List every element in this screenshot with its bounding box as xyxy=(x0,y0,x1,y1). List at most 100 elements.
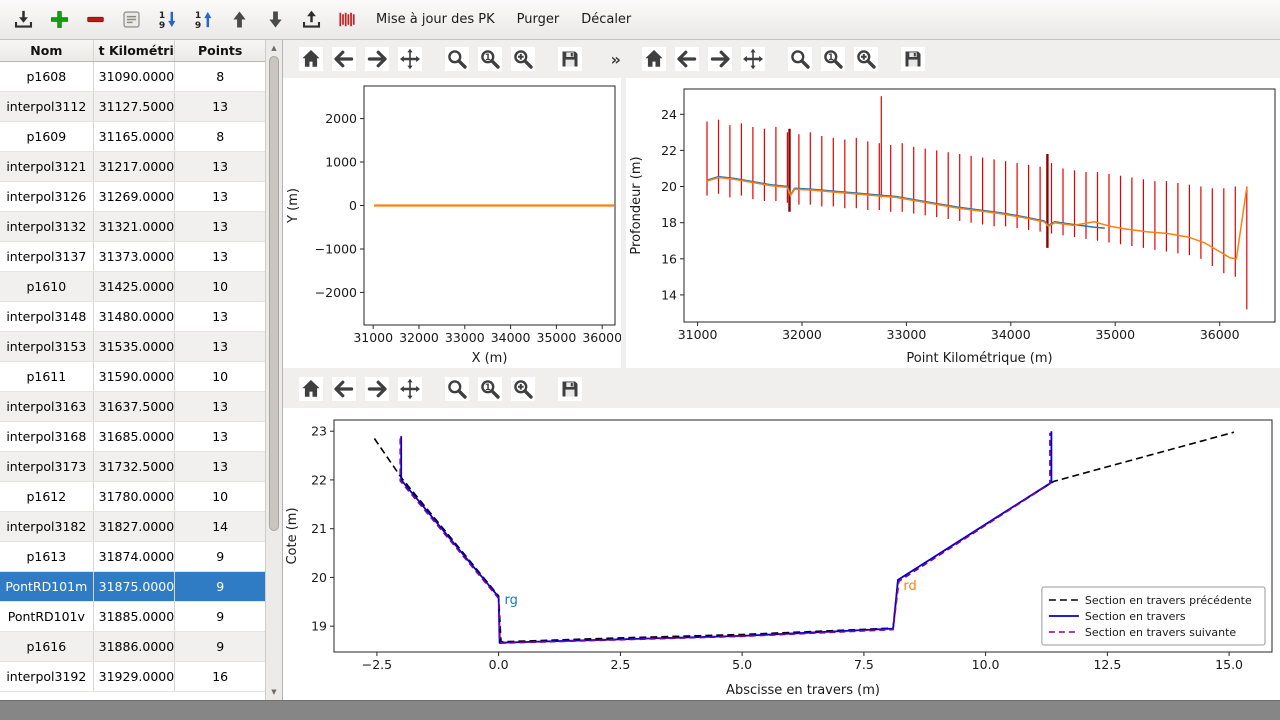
scroll-down-icon[interactable]: ▼ xyxy=(266,685,282,699)
home-icon xyxy=(299,47,323,71)
table-row[interactable]: p161031425.000010 xyxy=(0,272,265,302)
zoom-one-button[interactable]: 1 xyxy=(476,375,504,403)
plan-view-toolbar: 1» xyxy=(283,40,621,78)
sort-ascending-button[interactable]: 19 xyxy=(186,4,220,36)
table-row[interactable]: interpol316331637.500013 xyxy=(0,392,265,422)
svg-text:1: 1 xyxy=(485,53,491,63)
table-row[interactable]: p161131590.000010 xyxy=(0,362,265,392)
svg-text:1: 1 xyxy=(485,383,491,393)
svg-text:12.5: 12.5 xyxy=(1093,657,1121,672)
points-cell: 9 xyxy=(175,572,265,601)
pk-cell: 31732.5000 xyxy=(94,452,176,481)
pan-icon xyxy=(398,377,422,401)
home-button[interactable] xyxy=(297,375,325,403)
svg-text:24: 24 xyxy=(661,107,677,122)
table-row[interactable]: interpol311231127.500013 xyxy=(0,92,265,122)
back-button[interactable] xyxy=(673,45,701,73)
sort-descending-icon: 19 xyxy=(156,8,179,31)
column-header[interactable]: t Kilométrique xyxy=(94,40,176,61)
figure-background xyxy=(283,408,1280,700)
table-row[interactable]: p161631886.00009 xyxy=(0,632,265,662)
purge-button[interactable]: Purger xyxy=(507,4,570,36)
save-button[interactable] xyxy=(899,45,927,73)
nom-cell: p1616 xyxy=(0,632,94,661)
home-button[interactable] xyxy=(297,45,325,73)
pk-cell: 31269.0000 xyxy=(94,182,176,211)
nom-cell: interpol3121 xyxy=(0,152,94,181)
home-button[interactable] xyxy=(640,45,668,73)
back-button[interactable] xyxy=(330,375,358,403)
save-button[interactable] xyxy=(556,375,584,403)
table-body: p160831090.00008interpol311231127.500013… xyxy=(0,62,265,700)
table-row[interactable]: interpol314831480.000013 xyxy=(0,302,265,332)
column-header[interactable]: Points xyxy=(175,40,265,61)
nom-cell: interpol3168 xyxy=(0,422,94,451)
zoom-plus-icon xyxy=(511,377,535,401)
table-scrollbar[interactable]: ▲ ▼ xyxy=(265,40,282,700)
longitudinal-profile-chart[interactable]: 3100032000330003400035000360001416182022… xyxy=(626,78,1280,368)
table-row[interactable]: p161231780.000010 xyxy=(0,482,265,512)
zoom-button[interactable] xyxy=(443,45,471,73)
move-up-button[interactable] xyxy=(222,4,256,36)
scroll-up-icon[interactable]: ▲ xyxy=(266,41,282,55)
points-cell: 13 xyxy=(175,422,265,451)
table-row[interactable]: PontRD101v31885.00009 xyxy=(0,602,265,632)
zoom-button[interactable] xyxy=(443,375,471,403)
toolbar-overflow-button[interactable]: » xyxy=(611,50,621,69)
x-axis-label: X (m) xyxy=(472,351,508,366)
shift-button[interactable]: Décaler xyxy=(571,4,641,36)
pan-button[interactable] xyxy=(739,45,767,73)
zoom-button[interactable] xyxy=(786,45,814,73)
sort-ascending-icon: 19 xyxy=(192,8,215,31)
pk-cell: 31885.0000 xyxy=(94,602,176,631)
zoom-plus-icon xyxy=(511,47,535,71)
table-row[interactable]: p161331874.00009 xyxy=(0,542,265,572)
table-row[interactable]: p160831090.00008 xyxy=(0,62,265,92)
table-row[interactable]: interpol312631269.000013 xyxy=(0,182,265,212)
table-row[interactable]: PontRD101m31875.00009 xyxy=(0,572,265,602)
export-button[interactable] xyxy=(294,4,328,36)
table-row[interactable]: interpol313231321.000013 xyxy=(0,212,265,242)
table-row[interactable]: interpol316831685.000013 xyxy=(0,422,265,452)
scrollbar-thumb[interactable] xyxy=(269,56,279,531)
add-button[interactable] xyxy=(42,4,76,36)
forward-button[interactable] xyxy=(363,375,391,403)
forward-button[interactable] xyxy=(706,45,734,73)
remove-button[interactable] xyxy=(78,4,112,36)
update-pk-button[interactable]: Mise à jour des PK xyxy=(366,4,505,36)
table-row[interactable]: interpol312131217.000013 xyxy=(0,152,265,182)
plan-view-chart[interactable]: 310003200033000340003500036000−2000−1000… xyxy=(283,78,621,368)
nom-cell: interpol3137 xyxy=(0,242,94,271)
cross-section-chart[interactable]: −2.50.02.55.07.510.012.515.01920212223Ab… xyxy=(283,408,1280,700)
forward-button[interactable] xyxy=(363,45,391,73)
back-button[interactable] xyxy=(330,45,358,73)
zoom-plus-button[interactable] xyxy=(509,375,537,403)
pan-button[interactable] xyxy=(396,375,424,403)
cross-section-panel: 1 −2.50.02.55.07.510.012.515.01920212223… xyxy=(283,370,1280,700)
export-icon xyxy=(300,8,323,31)
save-button[interactable] xyxy=(556,45,584,73)
zoom-one-button[interactable]: 1 xyxy=(476,45,504,73)
table-row[interactable]: p160931165.00008 xyxy=(0,122,265,152)
svg-text:0.0: 0.0 xyxy=(489,657,509,672)
table-row[interactable]: interpol313731373.000013 xyxy=(0,242,265,272)
sort-descending-button[interactable]: 19 xyxy=(150,4,184,36)
zoom-plus-button[interactable] xyxy=(852,45,880,73)
table-row[interactable]: interpol315331535.000013 xyxy=(0,332,265,362)
edit-button[interactable] xyxy=(114,4,148,36)
nom-cell: interpol3132 xyxy=(0,212,94,241)
column-header[interactable]: Nom xyxy=(0,40,94,61)
pk-cell: 31165.0000 xyxy=(94,122,176,151)
move-down-button[interactable] xyxy=(258,4,292,36)
import-button[interactable] xyxy=(6,4,40,36)
pk-cell: 31217.0000 xyxy=(94,152,176,181)
table-row[interactable]: interpol318231827.000014 xyxy=(0,512,265,542)
pan-button[interactable] xyxy=(396,45,424,73)
sections-button[interactable] xyxy=(330,4,364,36)
points-cell: 13 xyxy=(175,152,265,181)
table-row[interactable]: interpol317331732.500013 xyxy=(0,452,265,482)
zoom-one-button[interactable]: 1 xyxy=(819,45,847,73)
zoom-plus-button[interactable] xyxy=(509,45,537,73)
table-row[interactable]: interpol319231929.000016 xyxy=(0,662,265,692)
nom-cell: p1613 xyxy=(0,542,94,571)
